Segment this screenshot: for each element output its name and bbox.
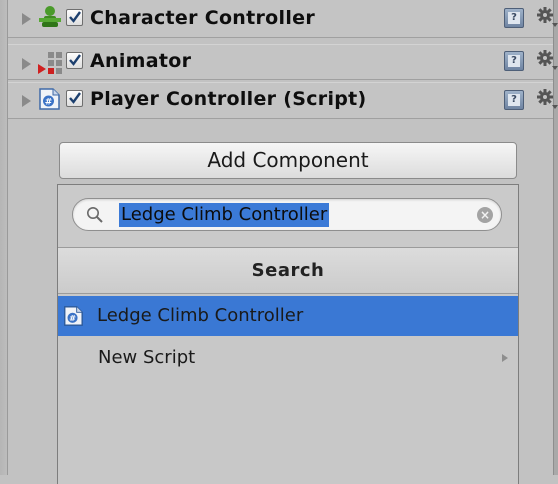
foldout-arrow-icon[interactable] [22,13,31,25]
gear-icon[interactable] [535,87,558,111]
component-row-character-controller[interactable]: Character Controller ? [8,0,558,38]
component-title: Player Controller (Script) [90,88,367,110]
component-enabled-checkbox[interactable] [66,9,83,26]
inspector-left-edge [0,0,8,475]
animator-icon [38,52,62,74]
result-item-ledge-climb-controller[interactable]: # Ledge Climb Controller [58,296,518,336]
component-enabled-checkbox[interactable] [66,52,83,69]
result-item-label: New Script [98,347,196,368]
svg-text:#: # [45,98,53,108]
character-controller-icon [39,6,61,27]
component-row-player-controller[interactable]: # Player Controller (Script) ? [8,82,558,119]
component-title: Animator [90,50,192,72]
clear-search-icon[interactable]: × [477,207,493,223]
chevron-right-icon [502,354,508,362]
component-row-animator[interactable]: Animator ? [8,44,558,80]
csharp-script-icon: # [39,88,60,110]
svg-text:#: # [69,313,76,323]
result-item-new-script[interactable]: New Script [58,338,518,378]
help-book-icon[interactable]: ? [504,90,524,110]
row-divider [8,37,553,38]
search-icon [87,207,103,223]
gear-icon[interactable] [535,5,558,29]
help-book-icon[interactable]: ? [504,8,524,28]
row-divider [8,118,553,119]
foldout-arrow-icon[interactable] [22,95,31,107]
result-item-label: Ledge Climb Controller [97,305,304,326]
component-title: Character Controller [90,7,316,29]
search-input[interactable]: Ledge Climb Controller × [72,198,502,231]
csharp-script-icon: # [64,306,83,326]
row-divider [8,79,553,80]
add-component-popup: Ledge Climb Controller × Search # Ledge … [57,184,519,484]
foldout-arrow-icon[interactable] [22,58,31,70]
gear-icon[interactable] [535,48,558,72]
add-component-button[interactable]: Add Component [59,142,517,179]
component-enabled-checkbox[interactable] [66,90,83,107]
search-input-value[interactable]: Ledge Climb Controller [119,203,330,227]
help-book-icon[interactable]: ? [504,51,524,71]
popup-header: Search [58,247,518,294]
search-area: Ledge Climb Controller × [58,185,518,247]
